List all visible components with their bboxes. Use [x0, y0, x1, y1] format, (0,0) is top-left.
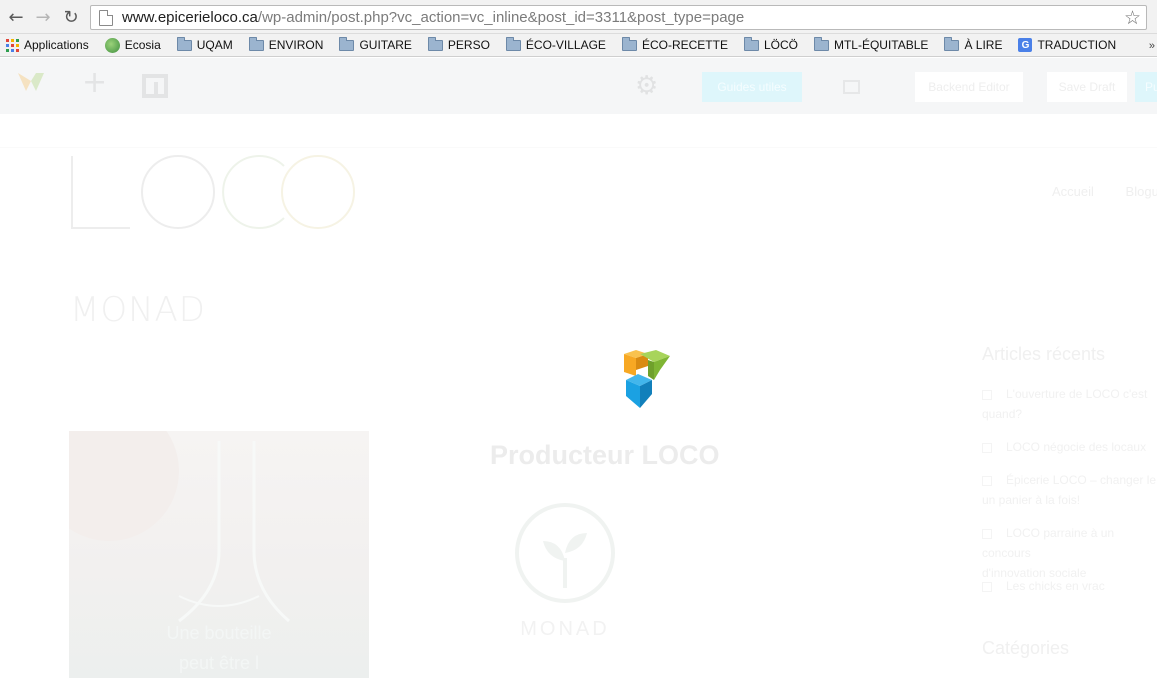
folder-icon — [427, 36, 443, 51]
folder-icon — [621, 36, 637, 51]
bookmark-label: ÉCO-RECETTE — [641, 38, 728, 52]
bookmark-a-lire[interactable]: À LIRE — [944, 36, 1003, 52]
bookmark-label: LÖCÖ — [763, 38, 798, 52]
loader-cube-green-left — [648, 360, 654, 380]
add-element-icon[interactable]: + — [82, 68, 107, 98]
recent-post-link[interactable]: LOCO négocie des locaux — [982, 437, 1157, 457]
page-title: MONAD — [70, 290, 206, 330]
post-title-line: un panier à la fois! — [982, 493, 1081, 507]
site-topbar — [0, 114, 1157, 148]
folder-icon — [505, 36, 521, 51]
bookmark-star-icon[interactable]: ☆ — [1124, 7, 1141, 29]
bookmark-uqam[interactable]: UQAM — [176, 36, 233, 52]
site-navigation: Accueil Blogue — [1052, 184, 1157, 199]
url-text[interactable]: www.epicerieloco.ca/wp-admin/post.php?vc… — [122, 9, 744, 26]
backend-editor-button[interactable]: Backend Editor — [915, 72, 1023, 102]
post-bullet-icon — [982, 442, 992, 453]
post-title-line: Les chicks en vrac — [1006, 579, 1105, 593]
visual-composer-toolbar: + ⚙ Guides utiles Backend Editor Save Dr… — [0, 58, 1157, 114]
settings-gear-icon[interactable]: ⚙ — [635, 71, 658, 101]
folder-icon — [944, 36, 960, 51]
bookmark-loco[interactable]: LÖCÖ — [743, 36, 798, 52]
post-title-line: LOCO parraine à un concours — [982, 526, 1115, 560]
producer-logo-text: MONAD — [520, 618, 610, 640]
save-draft-button[interactable]: Save Draft — [1047, 72, 1127, 102]
post-title-line: L'ouverture de LOCO c'est — [1006, 387, 1148, 401]
forward-arrow-icon[interactable]: → — [32, 6, 54, 28]
bookmark-label: Ecosia — [124, 38, 161, 52]
vc-logo-icon — [18, 73, 44, 91]
bookmark-label: TRADUCTION — [1037, 38, 1117, 52]
bookmark-label: MTL-ÉQUITABLE — [833, 38, 929, 52]
site-logo[interactable] — [68, 152, 358, 232]
guides-button[interactable]: Guides utiles — [702, 72, 802, 102]
post-bullet-icon — [982, 389, 992, 400]
sprout-icon — [515, 503, 615, 603]
bookmark-guitare[interactable]: GUITARE — [339, 36, 412, 52]
producer-logo: MONAD — [505, 503, 625, 643]
recent-posts-heading: Articles récents — [982, 344, 1106, 364]
bookmark-label: GUITARE — [359, 38, 412, 52]
hero-image: Une bouteille peut être l — [69, 431, 369, 678]
recent-post-link[interactable]: Épicerie LOCO – changer le un panier à l… — [982, 470, 1157, 510]
nav-item-blogue[interactable]: Blogue — [1126, 184, 1157, 199]
responsive-view-icon[interactable] — [843, 80, 860, 94]
url-path: /wp-admin/post.php?vc_action=vc_inline&p… — [257, 9, 745, 26]
recent-post-link[interactable]: L'ouverture de LOCO c'est quand? — [982, 384, 1157, 424]
folder-icon — [813, 36, 829, 51]
categories-heading: Catégories — [982, 638, 1070, 658]
page-content: + ⚙ Guides utiles Backend Editor Save Dr… — [0, 58, 1157, 678]
back-arrow-icon[interactable]: ← — [5, 6, 27, 28]
bookmark-traduction[interactable]: G TRADUCTION — [1018, 38, 1116, 52]
page-icon — [99, 9, 113, 26]
recent-post-link[interactable]: LOCO parraine à un concours d'innovation… — [982, 523, 1157, 583]
bookmark-ecosia[interactable]: Ecosia — [104, 37, 161, 53]
hero-caption-line-1: Une bouteille — [166, 623, 272, 643]
bookmark-label: UQAM — [196, 38, 233, 52]
post-bullet-icon — [982, 475, 992, 486]
folder-icon — [743, 36, 759, 51]
publish-button[interactable]: Pu — [1135, 72, 1157, 102]
bookmark-label: ENVIRON — [268, 38, 324, 52]
bookmark-mtl-equitable[interactable]: MTL-ÉQUITABLE — [813, 36, 929, 52]
bookmark-label: PERSO — [447, 38, 490, 52]
recent-post-link[interactable]: Les chicks en vrac — [982, 576, 1157, 596]
bookmark-label: ÉCO-VILLAGE — [525, 38, 606, 52]
reload-icon[interactable]: ↻ — [60, 6, 82, 28]
bookmark-eco-recette[interactable]: ÉCO-RECETTE — [621, 36, 728, 52]
bookmark-applications[interactable]: Applications — [6, 38, 89, 52]
post-title-line: quand? — [982, 407, 1023, 421]
post-bullet-icon — [982, 528, 992, 539]
url-host: www.epicerieloco.ca — [122, 9, 258, 26]
folder-icon — [339, 36, 355, 51]
folder-icon — [248, 36, 264, 51]
address-bar[interactable]: www.epicerieloco.ca/wp-admin/post.php?vc… — [90, 5, 1147, 30]
post-title-line: LOCO négocie des locaux — [1006, 440, 1147, 454]
post-bullet-icon — [982, 581, 992, 592]
bookmark-environ[interactable]: ENVIRON — [248, 36, 324, 52]
bookmark-label: À LIRE — [964, 38, 1003, 52]
bookmarks-overflow-chevron[interactable]: » — [1149, 40, 1155, 52]
browser-toolbar: ← → ↻ www.epicerieloco.ca/wp-admin/post.… — [0, 0, 1157, 34]
producer-heading: Producteur LOCO — [490, 440, 720, 470]
translate-icon: G — [1018, 38, 1033, 52]
bookmark-eco-village[interactable]: ÉCO-VILLAGE — [505, 36, 606, 52]
bookmark-perso[interactable]: PERSO — [427, 36, 490, 52]
vc-loading-spinner-icon — [624, 350, 670, 408]
bookmarks-bar: Applications Ecosia UQAM ENVIRON GUITARE… — [0, 34, 1157, 57]
ecosia-icon — [104, 37, 120, 53]
nav-item-accueil[interactable]: Accueil — [1052, 184, 1094, 199]
post-title-line: Épicerie LOCO – changer le — [1006, 473, 1157, 487]
bookmark-label: Applications — [24, 38, 89, 52]
hero-caption-line-2: peut être l — [178, 653, 260, 673]
apps-icon — [6, 38, 19, 52]
folder-icon — [176, 36, 192, 51]
templates-icon[interactable] — [142, 74, 168, 98]
